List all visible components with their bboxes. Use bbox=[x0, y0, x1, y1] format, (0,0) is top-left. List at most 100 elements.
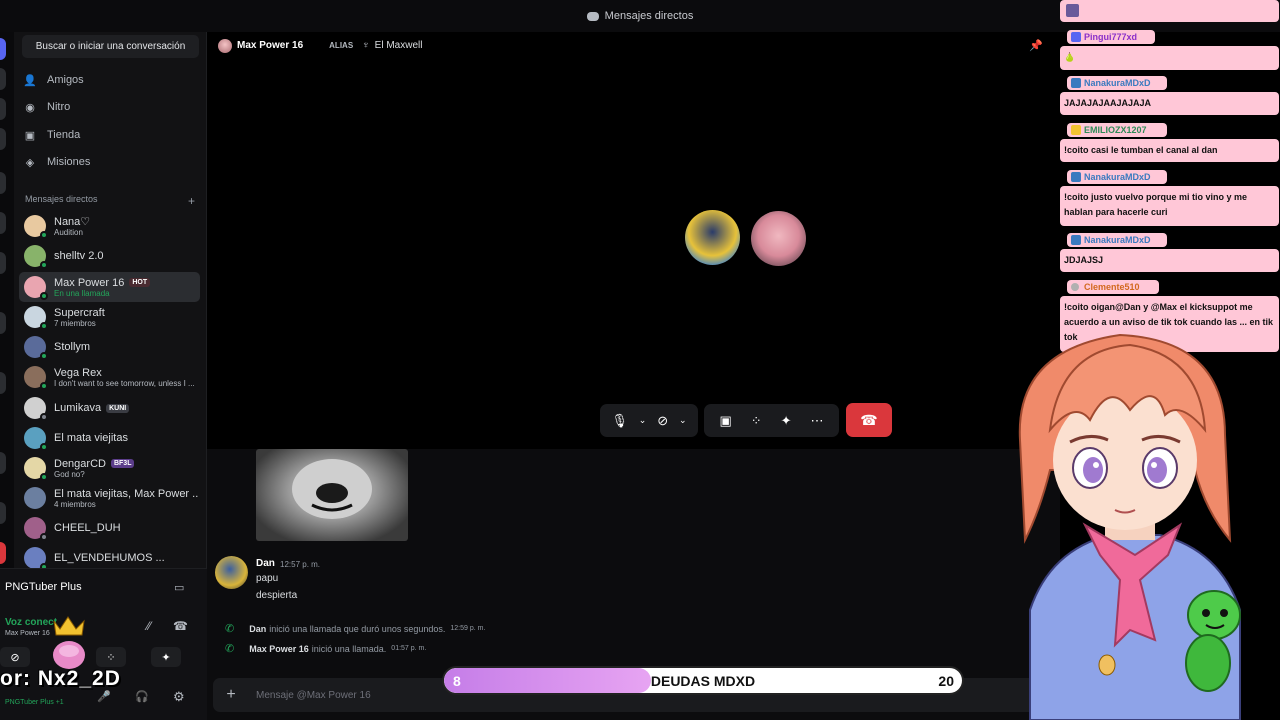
message-author[interactable]: Dan bbox=[256, 558, 275, 569]
server-icon[interactable] bbox=[0, 128, 6, 150]
dm-status: God no? bbox=[54, 469, 85, 479]
chat-message: JAJAJAJAAJAJAJA bbox=[1060, 92, 1279, 115]
add-dm-icon[interactable]: + bbox=[188, 194, 195, 208]
debt-label: DEUDAS MDXD bbox=[650, 673, 756, 689]
activity-button[interactable]: ⁘ bbox=[96, 647, 126, 667]
dog-photo-icon bbox=[292, 459, 372, 519]
header-username[interactable]: Max Power 16 bbox=[237, 40, 303, 51]
conversation-header: Max Power 16 ALIAS ♆ El Maxwell 📌 bbox=[207, 32, 1060, 59]
server-icon[interactable] bbox=[0, 372, 6, 394]
nitro-icon: ◉ bbox=[25, 101, 35, 114]
avatar bbox=[24, 397, 48, 421]
user-panel: PNGTuber Plus ▭ Voz conect Max Power 16 … bbox=[0, 568, 207, 720]
screen-icon[interactable]: ▭ bbox=[174, 581, 184, 594]
dm-item[interactable]: Supercraft 7 miembros bbox=[19, 302, 200, 332]
dm-item[interactable]: Stollym bbox=[19, 332, 200, 362]
system-user[interactable]: Dan bbox=[249, 624, 266, 634]
chat-user-name: NanakuraMDxD bbox=[1084, 235, 1151, 245]
headset-icon[interactable]: 🎧 bbox=[135, 690, 149, 703]
activities-icon: ⁘ bbox=[106, 651, 116, 664]
system-text: inició una llamada que duró unos segundo… bbox=[269, 623, 446, 634]
dm-name: El mata viejitas, Max Power ... bbox=[54, 487, 199, 500]
dm-name: Stollym bbox=[54, 341, 91, 353]
avatar bbox=[24, 457, 48, 481]
dm-item[interactable]: Nana♡ Audition bbox=[19, 211, 200, 241]
server-icon[interactable] bbox=[0, 542, 6, 564]
call-participant-avatar[interactable] bbox=[685, 210, 740, 265]
activity-title: PNGTuber Plus bbox=[5, 581, 82, 593]
message-avatar[interactable] bbox=[215, 556, 248, 589]
chevron-down-icon[interactable]: ⌄ bbox=[679, 415, 687, 426]
dm-item[interactable]: Vega Rex I don't want to see tomorrow, un… bbox=[19, 362, 200, 392]
call-system-message: ✆ Max Power 16 inició una llamada. 01:57… bbox=[225, 642, 426, 655]
dm-item[interactable]: DengarCD BF3L God no? bbox=[19, 453, 200, 483]
server-icon[interactable] bbox=[0, 212, 6, 234]
dm-name: Supercraft bbox=[54, 306, 105, 319]
soundboard-button[interactable]: ✦ bbox=[151, 647, 181, 667]
nav-friends[interactable]: 👤 Amigos bbox=[23, 68, 199, 92]
dm-item[interactable]: Lumikava KUNI bbox=[19, 393, 200, 423]
mic-icon[interactable]: 🎤 bbox=[97, 690, 111, 703]
nav-nitro[interactable]: ◉ Nitro bbox=[24, 95, 199, 119]
nav-label: Amigos bbox=[47, 74, 84, 86]
server-icon[interactable] bbox=[0, 38, 6, 60]
dm-item[interactable]: CHEEL_DUH bbox=[19, 513, 200, 543]
server-icon[interactable] bbox=[0, 98, 6, 120]
avatar bbox=[24, 276, 48, 300]
window-title: Mensajes directos bbox=[604, 10, 694, 22]
nav-label: Tienda bbox=[47, 129, 81, 141]
phone-icon: ✆ bbox=[225, 643, 235, 655]
badge-icon bbox=[1071, 172, 1081, 182]
soundboard-icon: ✦ bbox=[161, 651, 171, 664]
nav-label: Nitro bbox=[47, 101, 71, 113]
activities-icon[interactable]: ⁘ bbox=[751, 413, 762, 429]
dm-item-active[interactable]: Max Power 16 HOT En una llamada bbox=[19, 272, 200, 302]
dm-item[interactable]: El mata viejitas bbox=[19, 423, 200, 453]
chat-username: Pingui777xd bbox=[1067, 30, 1155, 44]
dm-section-header: Mensajes directos + bbox=[25, 194, 195, 208]
more-options-icon[interactable]: ⋯ bbox=[811, 413, 824, 429]
dm-tag: BF3L bbox=[110, 459, 135, 468]
server-icon[interactable] bbox=[0, 452, 6, 474]
camera-off-icon[interactable]: ⊘ bbox=[657, 413, 668, 429]
server-icon[interactable] bbox=[0, 68, 6, 90]
debt-goal: 20 bbox=[938, 673, 954, 689]
nav-store[interactable]: ▣ Tienda bbox=[24, 123, 199, 147]
phone-icon: ✆ bbox=[225, 623, 235, 635]
microphone-icon[interactable]: 🎙 bbox=[611, 413, 628, 429]
chevron-down-icon[interactable]: ⌄ bbox=[639, 415, 647, 426]
chat-message: JDJAJSJ bbox=[1060, 249, 1279, 272]
server-icon[interactable] bbox=[0, 502, 6, 524]
server-icon[interactable] bbox=[0, 252, 6, 274]
server-icon[interactable] bbox=[0, 312, 6, 334]
screen-share-icon[interactable]: ▣ bbox=[719, 413, 731, 429]
hang-up-button[interactable]: ☎ bbox=[846, 403, 892, 437]
noise-suppression-icon[interactable]: ⁄⁄ bbox=[147, 619, 151, 633]
search-conversation-button[interactable]: Buscar o iniciar una conversación bbox=[22, 35, 199, 58]
call-participant-avatar[interactable] bbox=[751, 211, 806, 266]
dm-name: Nana♡ bbox=[54, 216, 91, 228]
chat-username: NanakuraMDxD bbox=[1067, 76, 1167, 90]
alias-label: ALIAS bbox=[329, 41, 354, 50]
dm-item[interactable]: shelltv 2.0 bbox=[19, 241, 200, 271]
friends-icon: 👤 bbox=[23, 74, 37, 87]
avatar bbox=[24, 306, 48, 330]
disconnect-icon[interactable]: ☎ bbox=[173, 619, 188, 633]
dm-item[interactable]: El mata viejitas, Max Power ... 4 miembro… bbox=[19, 483, 200, 513]
server-icon[interactable] bbox=[0, 172, 6, 194]
dm-status: En una llamada bbox=[54, 288, 110, 298]
nav-quests[interactable]: ◈ Misiones bbox=[24, 150, 199, 174]
dm-tag: KUNI bbox=[106, 403, 130, 413]
call-panel: 🎙 ⌄ ⊘ ⌄ ▣ ⁘ ✦ ⋯ ☎ bbox=[207, 59, 1060, 449]
phone-hangup-icon: ☎ bbox=[860, 411, 878, 428]
add-attachment-icon[interactable]: + bbox=[219, 686, 243, 704]
user-status: PNGTuber Plus +1 bbox=[5, 699, 64, 706]
system-user[interactable]: Max Power 16 bbox=[249, 644, 309, 654]
pin-icon[interactable]: 📌 bbox=[1029, 39, 1043, 52]
settings-gear-icon[interactable]: ⚙ bbox=[173, 689, 185, 705]
avatar bbox=[24, 547, 48, 571]
chat-message: 🍐 bbox=[1060, 46, 1279, 70]
image-attachment[interactable] bbox=[256, 449, 408, 541]
video-button[interactable]: ⊘ bbox=[0, 647, 30, 667]
soundboard-icon[interactable]: ✦ bbox=[781, 413, 792, 429]
